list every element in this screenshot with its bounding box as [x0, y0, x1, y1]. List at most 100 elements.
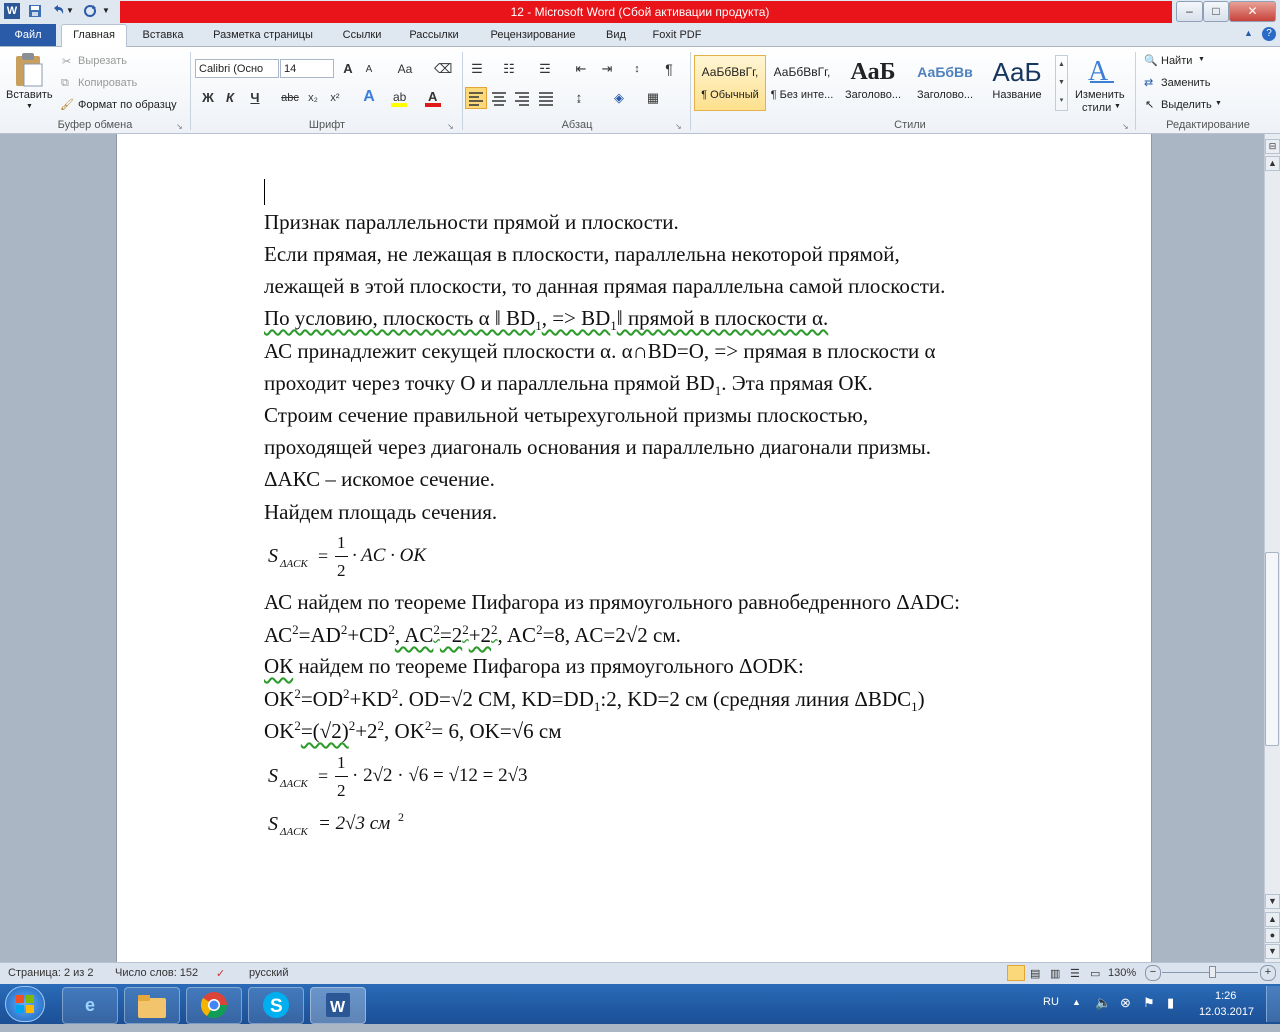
styles-launcher-icon[interactable]: ↘ — [1122, 122, 1129, 131]
font-name-combo[interactable]: Calibri (Осно — [195, 59, 279, 78]
scrollbar-thumb[interactable] — [1265, 552, 1279, 746]
cut-icon[interactable]: ✂ — [62, 55, 71, 68]
tab-file[interactable]: Файл — [0, 24, 56, 46]
scroll-up-button[interactable]: ▲ — [1265, 156, 1280, 171]
skype-icon[interactable]: S — [248, 987, 304, 1024]
underline-button[interactable]: Ч — [246, 89, 264, 107]
zoom-out-button[interactable]: − — [1145, 965, 1161, 981]
next-page-button[interactable]: ▼ — [1265, 944, 1280, 959]
styles-scroll-icon[interactable]: ▲ ▼ ▾ — [1055, 55, 1068, 111]
change-styles-label[interactable]: Изменить — [1075, 89, 1125, 101]
strikethrough-button[interactable]: abc — [279, 89, 301, 107]
clear-formatting-icon[interactable]: ⌫ — [434, 60, 452, 78]
ruler-toggle-icon[interactable]: ⊟ — [1265, 139, 1280, 154]
tab-references[interactable]: Ссылки — [334, 24, 390, 46]
page-indicator[interactable]: Страница: 2 из 2 — [8, 967, 94, 979]
cut-button[interactable]: Вырезать — [78, 55, 127, 67]
find-dropdown-icon[interactable]: ▼ — [1198, 56, 1205, 63]
zoom-level[interactable]: 130% — [1108, 967, 1136, 979]
font-size-combo[interactable]: 14 — [280, 59, 334, 78]
scroll-down-button[interactable]: ▼ — [1265, 894, 1280, 909]
print-layout-view-icon[interactable] — [1007, 965, 1025, 981]
paste-dropdown-icon[interactable]: ▼ — [26, 103, 33, 110]
keyboard-language[interactable]: RU — [1043, 996, 1059, 1008]
line-spacing-icon[interactable]: ↨ — [570, 89, 588, 107]
font-color-icon[interactable]: A — [424, 88, 442, 108]
copy-icon[interactable]: ⧉ — [61, 77, 69, 90]
save-icon[interactable] — [27, 3, 43, 19]
redo-icon[interactable] — [82, 3, 98, 19]
shrink-font-icon[interactable]: A — [360, 61, 378, 79]
paste-button[interactable]: Вставить — [6, 89, 53, 101]
bullets-icon[interactable]: ☰ — [468, 60, 486, 78]
language-indicator[interactable]: русский — [249, 967, 288, 979]
italic-button[interactable]: К — [221, 89, 239, 107]
minimize-button[interactable]: – — [1176, 1, 1203, 22]
increase-indent-icon[interactable]: ⇥ — [598, 60, 616, 78]
replace-icon[interactable]: ⇄ — [1144, 76, 1153, 89]
format-painter-button[interactable]: Формат по образцу — [78, 99, 177, 111]
multilevel-list-icon[interactable]: ☲ — [536, 60, 554, 78]
volume-icon[interactable]: 🔈 — [1095, 995, 1111, 1011]
internet-explorer-icon[interactable]: e — [62, 987, 118, 1024]
borders-icon[interactable]: ▦ — [644, 89, 662, 107]
style-heading-1[interactable]: АаБ Заголово... — [838, 55, 908, 110]
subscript-button[interactable]: x₂ — [304, 89, 322, 107]
bold-button[interactable]: Ж — [199, 89, 217, 107]
superscript-button[interactable]: x² — [326, 89, 344, 107]
justify-button[interactable] — [536, 88, 556, 108]
show-marks-icon[interactable]: ¶ — [660, 60, 678, 78]
tab-page-layout[interactable]: Разметка страницы — [200, 24, 326, 46]
word-taskbar-button[interactable]: W — [310, 987, 366, 1024]
style-no-spacing[interactable]: АаБбВвГг, ¶ Без инте... — [767, 55, 837, 110]
show-desktop-button[interactable] — [1266, 986, 1280, 1022]
proofing-icon[interactable]: ✓ — [216, 967, 225, 980]
format-painter-icon[interactable]: 🖌 — [60, 98, 74, 111]
word-count[interactable]: Число слов: 152 — [115, 967, 198, 979]
power-icon[interactable]: ▮ — [1167, 995, 1174, 1011]
highlight-color-icon[interactable]: ab — [390, 88, 408, 108]
clock-date[interactable]: 12.03.2017 — [1199, 1006, 1254, 1018]
previous-page-button[interactable]: ▲ — [1265, 912, 1280, 927]
numbering-icon[interactable]: ☷ — [500, 60, 518, 78]
style-normal[interactable]: АаБбВвГг, ¶ Обычный — [695, 55, 765, 110]
tab-foxit-pdf[interactable]: Foxit PDF — [644, 24, 710, 46]
action-center-icon[interactable]: ⚑ — [1143, 995, 1155, 1011]
style-heading-2[interactable]: АаБбВв Заголово... — [910, 55, 980, 110]
change-case-icon[interactable]: Aa — [394, 60, 416, 78]
web-layout-icon[interactable]: ▥ — [1050, 967, 1060, 980]
change-styles-dropdown-icon[interactable]: ▼ — [1114, 103, 1121, 110]
font-launcher-icon[interactable]: ↘ — [447, 122, 454, 131]
outline-view-icon[interactable]: ☰ — [1070, 967, 1080, 980]
tab-mailings[interactable]: Рассылки — [398, 24, 470, 46]
decrease-indent-icon[interactable]: ⇤ — [572, 60, 590, 78]
style-title[interactable]: АаБ Название — [982, 55, 1052, 110]
full-screen-reading-icon[interactable]: ▤ — [1030, 967, 1040, 980]
tab-review[interactable]: Рецензирование — [478, 24, 588, 46]
draft-view-icon[interactable]: ▭ — [1090, 967, 1100, 980]
text-effects-icon[interactable]: A — [360, 88, 378, 106]
vertical-scrollbar[interactable] — [1264, 134, 1280, 962]
find-icon[interactable]: 🔍 — [1144, 54, 1158, 67]
change-styles-icon[interactable]: A — [1084, 54, 1118, 87]
select-button[interactable]: Выделить — [1161, 99, 1212, 111]
customize-qat-icon[interactable]: ▼ — [102, 3, 118, 19]
align-center-button[interactable] — [489, 88, 509, 108]
change-styles-label-2[interactable]: стили — [1082, 102, 1111, 114]
help-icon[interactable]: ? — [1262, 27, 1276, 41]
copy-button[interactable]: Копировать — [78, 77, 137, 89]
sort-icon[interactable]: ↕ — [628, 60, 646, 78]
tab-insert[interactable]: Вставка — [134, 24, 192, 46]
maximize-button[interactable]: □ — [1203, 1, 1229, 22]
align-left-button[interactable] — [465, 87, 487, 109]
paste-icon[interactable] — [12, 52, 46, 90]
grow-font-icon[interactable]: A — [339, 60, 357, 78]
select-icon[interactable]: ↖ — [1145, 98, 1154, 111]
find-button[interactable]: Найти — [1161, 55, 1192, 67]
minimize-ribbon-icon[interactable]: ▲ — [1244, 28, 1256, 42]
paragraph-launcher-icon[interactable]: ↘ — [675, 122, 682, 131]
clock-time[interactable]: 1:26 — [1215, 990, 1236, 1002]
clipboard-launcher-icon[interactable]: ↘ — [176, 122, 183, 131]
word-app-icon[interactable]: W — [4, 3, 20, 19]
tab-view[interactable]: Вид — [596, 24, 636, 46]
